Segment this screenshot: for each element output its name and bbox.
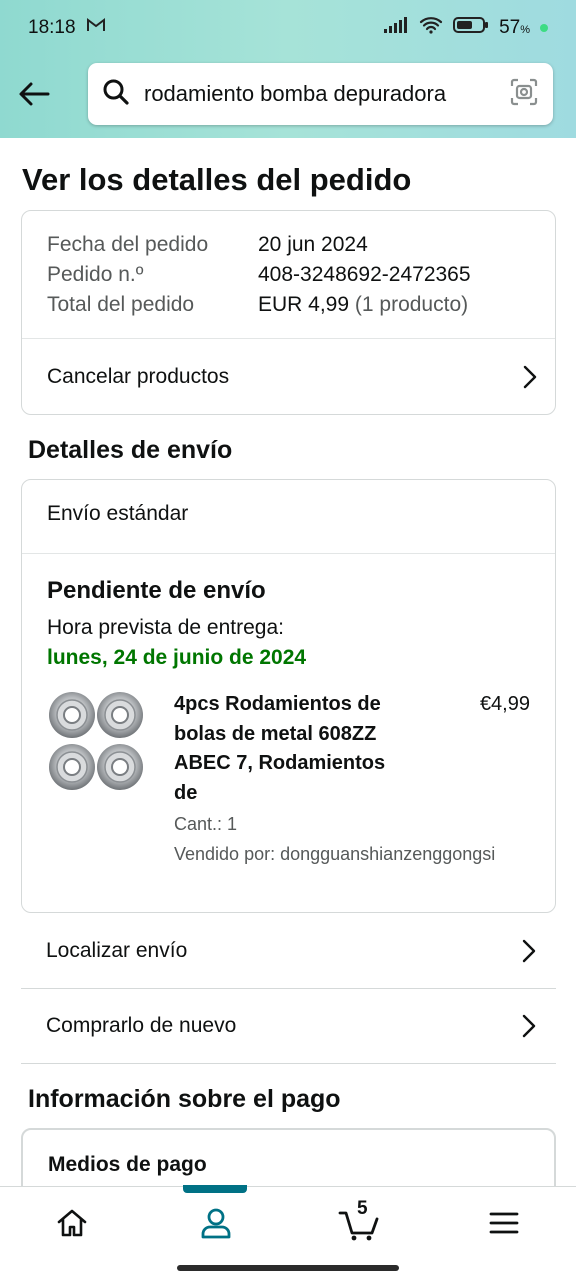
gmail-icon — [86, 17, 106, 39]
payment-heading: Información sobre el pago — [28, 1085, 341, 1113]
nav-home[interactable] — [32, 1193, 112, 1253]
chevron-right-icon — [523, 365, 537, 389]
product-image[interactable] — [47, 688, 147, 796]
track-package-link[interactable]: Localizar envío — [46, 914, 536, 988]
product-price: €4,99 — [479, 693, 530, 715]
nav-cart[interactable]: 5 — [320, 1193, 400, 1253]
order-date-row: Fecha del pedido 20 jun 2024 — [47, 233, 368, 256]
charging-dot-icon — [540, 24, 548, 32]
gesture-bar — [177, 1265, 399, 1271]
shipping-card: Envío estándar Pendiente de envío Hora p… — [21, 479, 556, 913]
shipping-method: Envío estándar — [47, 502, 189, 525]
camera-scan-icon[interactable] — [509, 77, 539, 112]
order-details-content: Ver los detalles del pedido Fecha del pe… — [0, 138, 576, 1186]
page-title: Ver los detalles del pedido — [22, 162, 412, 197]
search-bar[interactable]: rodamiento bomba depuradora — [88, 63, 553, 125]
bottom-nav: 5 — [0, 1185, 576, 1258]
shipping-heading: Detalles de envío — [28, 436, 233, 464]
status-time: 18:18 — [28, 17, 76, 38]
chevron-right-icon — [522, 939, 536, 963]
app-header: 18:18 57% rodamiento bomba depuradora — [0, 0, 576, 138]
nav-menu[interactable] — [464, 1193, 544, 1253]
eta-date: lunes, 24 de junio de 2024 — [47, 646, 307, 669]
back-button[interactable] — [14, 74, 54, 114]
order-number-row: Pedido n.º 408-3248692-2472365 — [47, 263, 471, 286]
cart-count: 5 — [357, 1197, 368, 1219]
chevron-right-icon — [522, 1014, 536, 1038]
product-quantity: Cant.: 1 — [174, 814, 238, 834]
eta-label: Hora prevista de entrega: — [47, 616, 284, 639]
status-bar: 18:18 57% — [0, 0, 576, 56]
cancel-items-link[interactable]: Cancelar productos — [47, 339, 537, 415]
product-title-link[interactable]: 4pcs Rodamientos de bolas de metal 608ZZ… — [174, 690, 409, 808]
search-icon — [102, 78, 130, 111]
order-total-row: Total del pedido EUR 4,99 (1 producto) — [47, 293, 469, 316]
battery-icon — [453, 16, 489, 40]
payment-card: Medios de pago — [21, 1128, 556, 1186]
shipment-status: Pendiente de envío — [47, 577, 266, 604]
signal-icon — [383, 16, 409, 40]
payment-methods-label: Medios de pago — [48, 1153, 207, 1176]
buy-again-link[interactable]: Comprarlo de nuevo — [46, 989, 536, 1063]
divider — [21, 1063, 556, 1064]
product-seller: Vendido por: dongguanshianzenggongsi — [174, 844, 496, 864]
home-icon — [57, 1209, 87, 1236]
battery-percent: 57% — [499, 17, 530, 38]
search-input[interactable]: rodamiento bomba depuradora — [144, 81, 509, 107]
nav-account[interactable] — [176, 1193, 256, 1253]
order-summary-card: Fecha del pedido 20 jun 2024 Pedido n.º … — [21, 210, 556, 415]
arrow-left-icon — [19, 82, 50, 106]
hamburger-menu-icon — [489, 1212, 519, 1233]
wifi-icon — [419, 16, 443, 40]
user-icon — [201, 1208, 231, 1238]
